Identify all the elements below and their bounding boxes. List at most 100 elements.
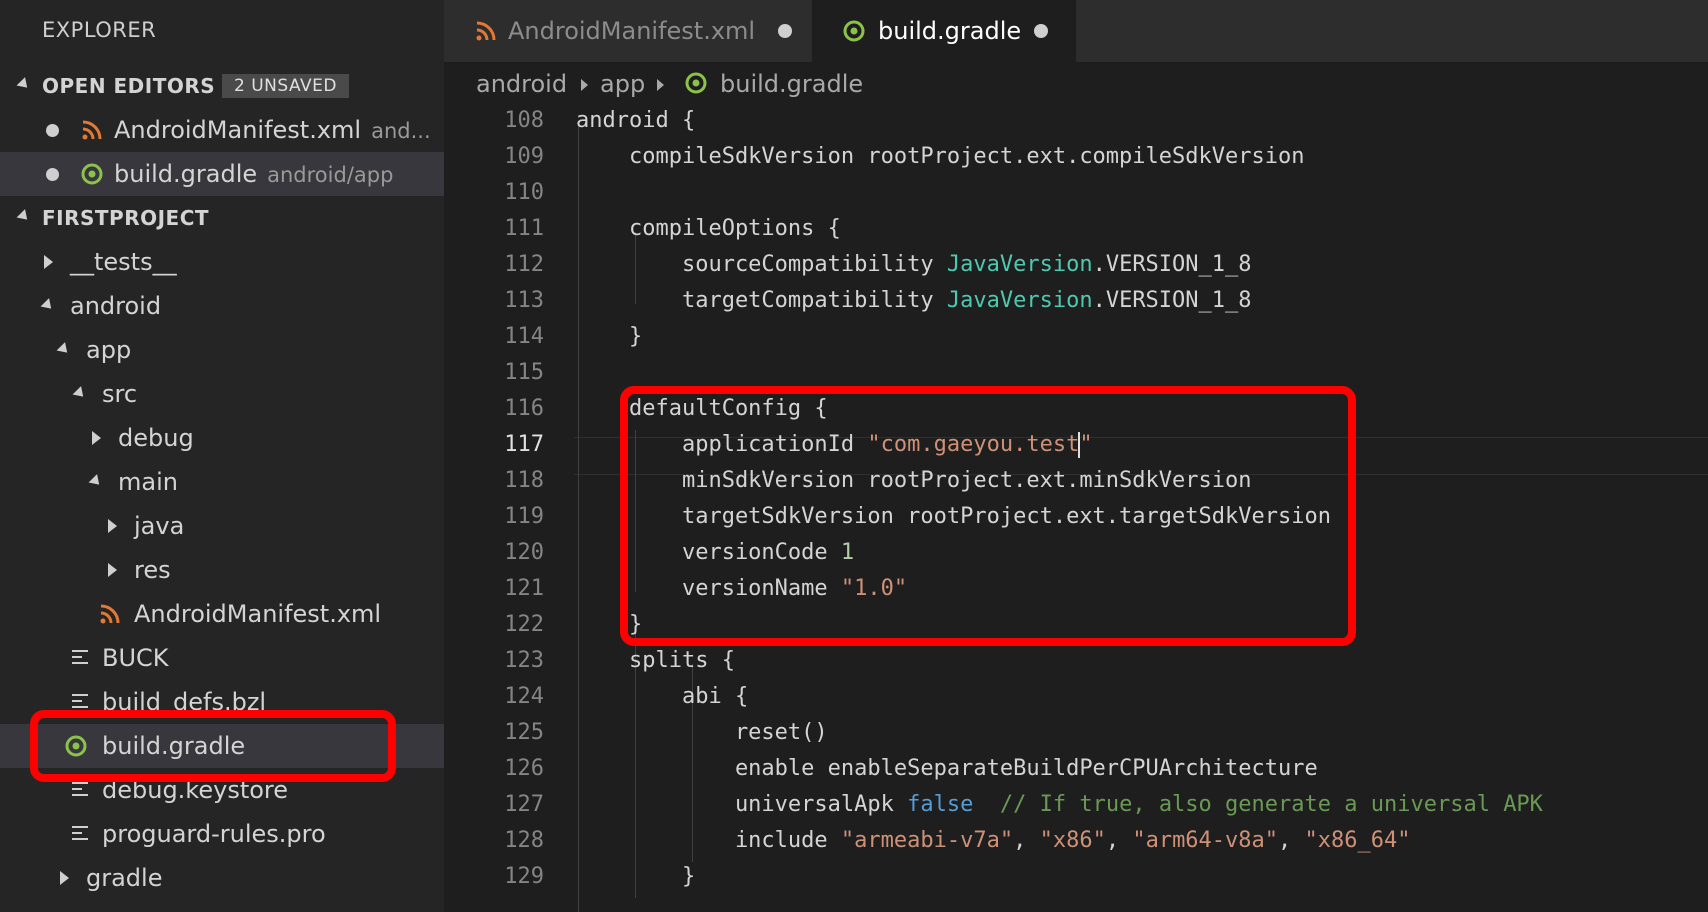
- code-editor[interactable]: 108 109 110 111 112 113 114 115 116 117 …: [444, 106, 1708, 912]
- gradle-icon: [81, 163, 103, 185]
- tree-item-src[interactable]: src: [0, 372, 444, 416]
- tree-item-tests[interactable]: __tests__: [0, 240, 444, 284]
- chevron-right-icon: [60, 871, 69, 885]
- chevron-down-icon: [56, 342, 72, 357]
- unsaved-dot-icon[interactable]: [778, 24, 792, 38]
- code-line[interactable]: enable enableSeparateBuildPerCPUArchitec…: [576, 756, 1318, 781]
- tab-label: build.gradle: [878, 17, 1022, 45]
- explorer-title: EXPLORER: [42, 18, 157, 42]
- line-number: 119: [504, 504, 544, 529]
- chevron-right-icon: [581, 79, 588, 91]
- chevron-down-icon: [88, 474, 104, 489]
- tree-item-label: debug: [118, 424, 194, 452]
- line-number: 109: [504, 144, 544, 169]
- code-line[interactable]: sourceCompatibility JavaVersion.VERSION_…: [576, 252, 1252, 277]
- unsaved-dot-icon: [46, 124, 59, 137]
- highlight-annotation: [620, 386, 1356, 646]
- line-number: 120: [504, 540, 544, 565]
- code-line[interactable]: reset(): [576, 720, 828, 745]
- tree-item-label: java: [134, 512, 185, 540]
- open-editors-header[interactable]: OPEN EDITORS 2 UNSAVED: [0, 64, 444, 108]
- tree-item-label: app: [86, 336, 132, 364]
- unsaved-dot-icon[interactable]: [1034, 24, 1048, 38]
- chevron-down-icon: [16, 209, 32, 224]
- tab-build-gradle[interactable]: build.gradle: [812, 0, 1076, 62]
- tree-item-proguard[interactable]: proguard-rules.pro: [0, 812, 444, 856]
- rss-icon: [82, 120, 102, 140]
- line-number: 110: [504, 180, 544, 205]
- gradle-icon: [843, 20, 865, 42]
- line-number: 121: [504, 576, 544, 601]
- tree-item-label: BUCK: [102, 644, 169, 672]
- line-number: 115: [504, 360, 544, 385]
- line-number: 118: [504, 468, 544, 493]
- line-number: 122: [504, 612, 544, 637]
- tree-item-main[interactable]: main: [0, 460, 444, 504]
- code-line[interactable]: compileOptions {: [576, 216, 841, 241]
- tree-item-label: main: [118, 468, 178, 496]
- rss-icon: [476, 21, 496, 41]
- tree-item-debug[interactable]: debug: [0, 416, 444, 460]
- breadcrumb: android app build.gradle: [444, 62, 1708, 106]
- tree-item-buck[interactable]: BUCK: [0, 636, 444, 680]
- project-label: FIRSTPROJECT: [42, 206, 210, 230]
- highlight-annotation: [30, 710, 396, 782]
- file-lines-icon: [72, 826, 88, 842]
- project-header[interactable]: FIRSTPROJECT: [0, 196, 444, 240]
- tree-item-java[interactable]: java: [0, 504, 444, 548]
- chevron-down-icon: [40, 298, 56, 313]
- chevron-right-icon: [108, 519, 117, 533]
- tree-item-android[interactable]: android: [0, 284, 444, 328]
- vscode-window: EXPLORER OPEN EDITORS 2 UNSAVED AndroidM…: [0, 0, 1708, 912]
- code-line[interactable]: android {: [576, 108, 695, 133]
- line-number: 111: [504, 216, 544, 241]
- open-editors-label: OPEN EDITORS: [42, 74, 216, 98]
- breadcrumb-item[interactable]: app: [600, 70, 645, 98]
- line-number: 112: [504, 252, 544, 277]
- tree-item-app[interactable]: app: [0, 328, 444, 372]
- tab-android-manifest[interactable]: AndroidManifest.xml: [444, 0, 812, 62]
- tree-item-label: res: [134, 556, 171, 584]
- line-number: 123: [504, 648, 544, 673]
- file-lines-icon: [72, 782, 88, 798]
- line-number: 113: [504, 288, 544, 313]
- line-number: 128: [504, 828, 544, 853]
- line-number-active: 117: [504, 432, 544, 457]
- tree-item-gradle-folder[interactable]: gradle: [0, 856, 444, 900]
- code-line[interactable]: compileSdkVersion rootProject.ext.compil…: [576, 144, 1305, 169]
- tree-item-label: AndroidManifest.xml: [134, 600, 382, 628]
- chevron-right-icon: [44, 255, 53, 269]
- file-lines-icon: [72, 650, 88, 666]
- line-number: 126: [504, 756, 544, 781]
- chevron-right-icon: [108, 563, 117, 577]
- code-line[interactable]: targetCompatibility JavaVersion.VERSION_…: [576, 288, 1252, 313]
- tree-item-label: src: [102, 380, 138, 408]
- open-editor-item-manifest[interactable]: AndroidManifest.xml and...: [0, 108, 444, 152]
- chevron-right-icon: [92, 431, 101, 445]
- line-number: 129: [504, 864, 544, 889]
- breadcrumb-item[interactable]: android: [476, 70, 567, 98]
- code-line[interactable]: }: [576, 864, 695, 889]
- code-line[interactable]: include "armeabi-v7a", "x86", "arm64-v8a…: [576, 828, 1411, 853]
- file-lines-icon: [72, 694, 88, 710]
- tab-bar: AndroidManifest.xml build.gradle: [444, 0, 1708, 62]
- line-number: 114: [504, 324, 544, 349]
- breadcrumb-item[interactable]: build.gradle: [720, 70, 863, 98]
- code-line[interactable]: }: [576, 324, 642, 349]
- tree-item-label: __tests__: [70, 248, 177, 276]
- tree-item-label: gradle: [86, 864, 163, 892]
- tree-item-manifest[interactable]: AndroidManifest.xml: [0, 592, 444, 636]
- tree-item-res[interactable]: res: [0, 548, 444, 592]
- code-line[interactable]: splits {: [576, 648, 735, 673]
- line-number: 108: [504, 108, 544, 133]
- chevron-right-icon: [657, 79, 664, 91]
- open-editor-label: AndroidManifest.xml and...: [114, 116, 431, 144]
- code-line[interactable]: universalApk false // If true, also gene…: [576, 792, 1543, 817]
- code-line[interactable]: abi {: [576, 684, 748, 709]
- unsaved-dot-icon: [46, 168, 59, 181]
- chevron-down-icon: [16, 77, 32, 92]
- open-editor-item-gradle[interactable]: build.gradle android/app: [0, 152, 444, 196]
- line-number: 127: [504, 792, 544, 817]
- line-number: 125: [504, 720, 544, 745]
- gradle-icon: [685, 72, 707, 94]
